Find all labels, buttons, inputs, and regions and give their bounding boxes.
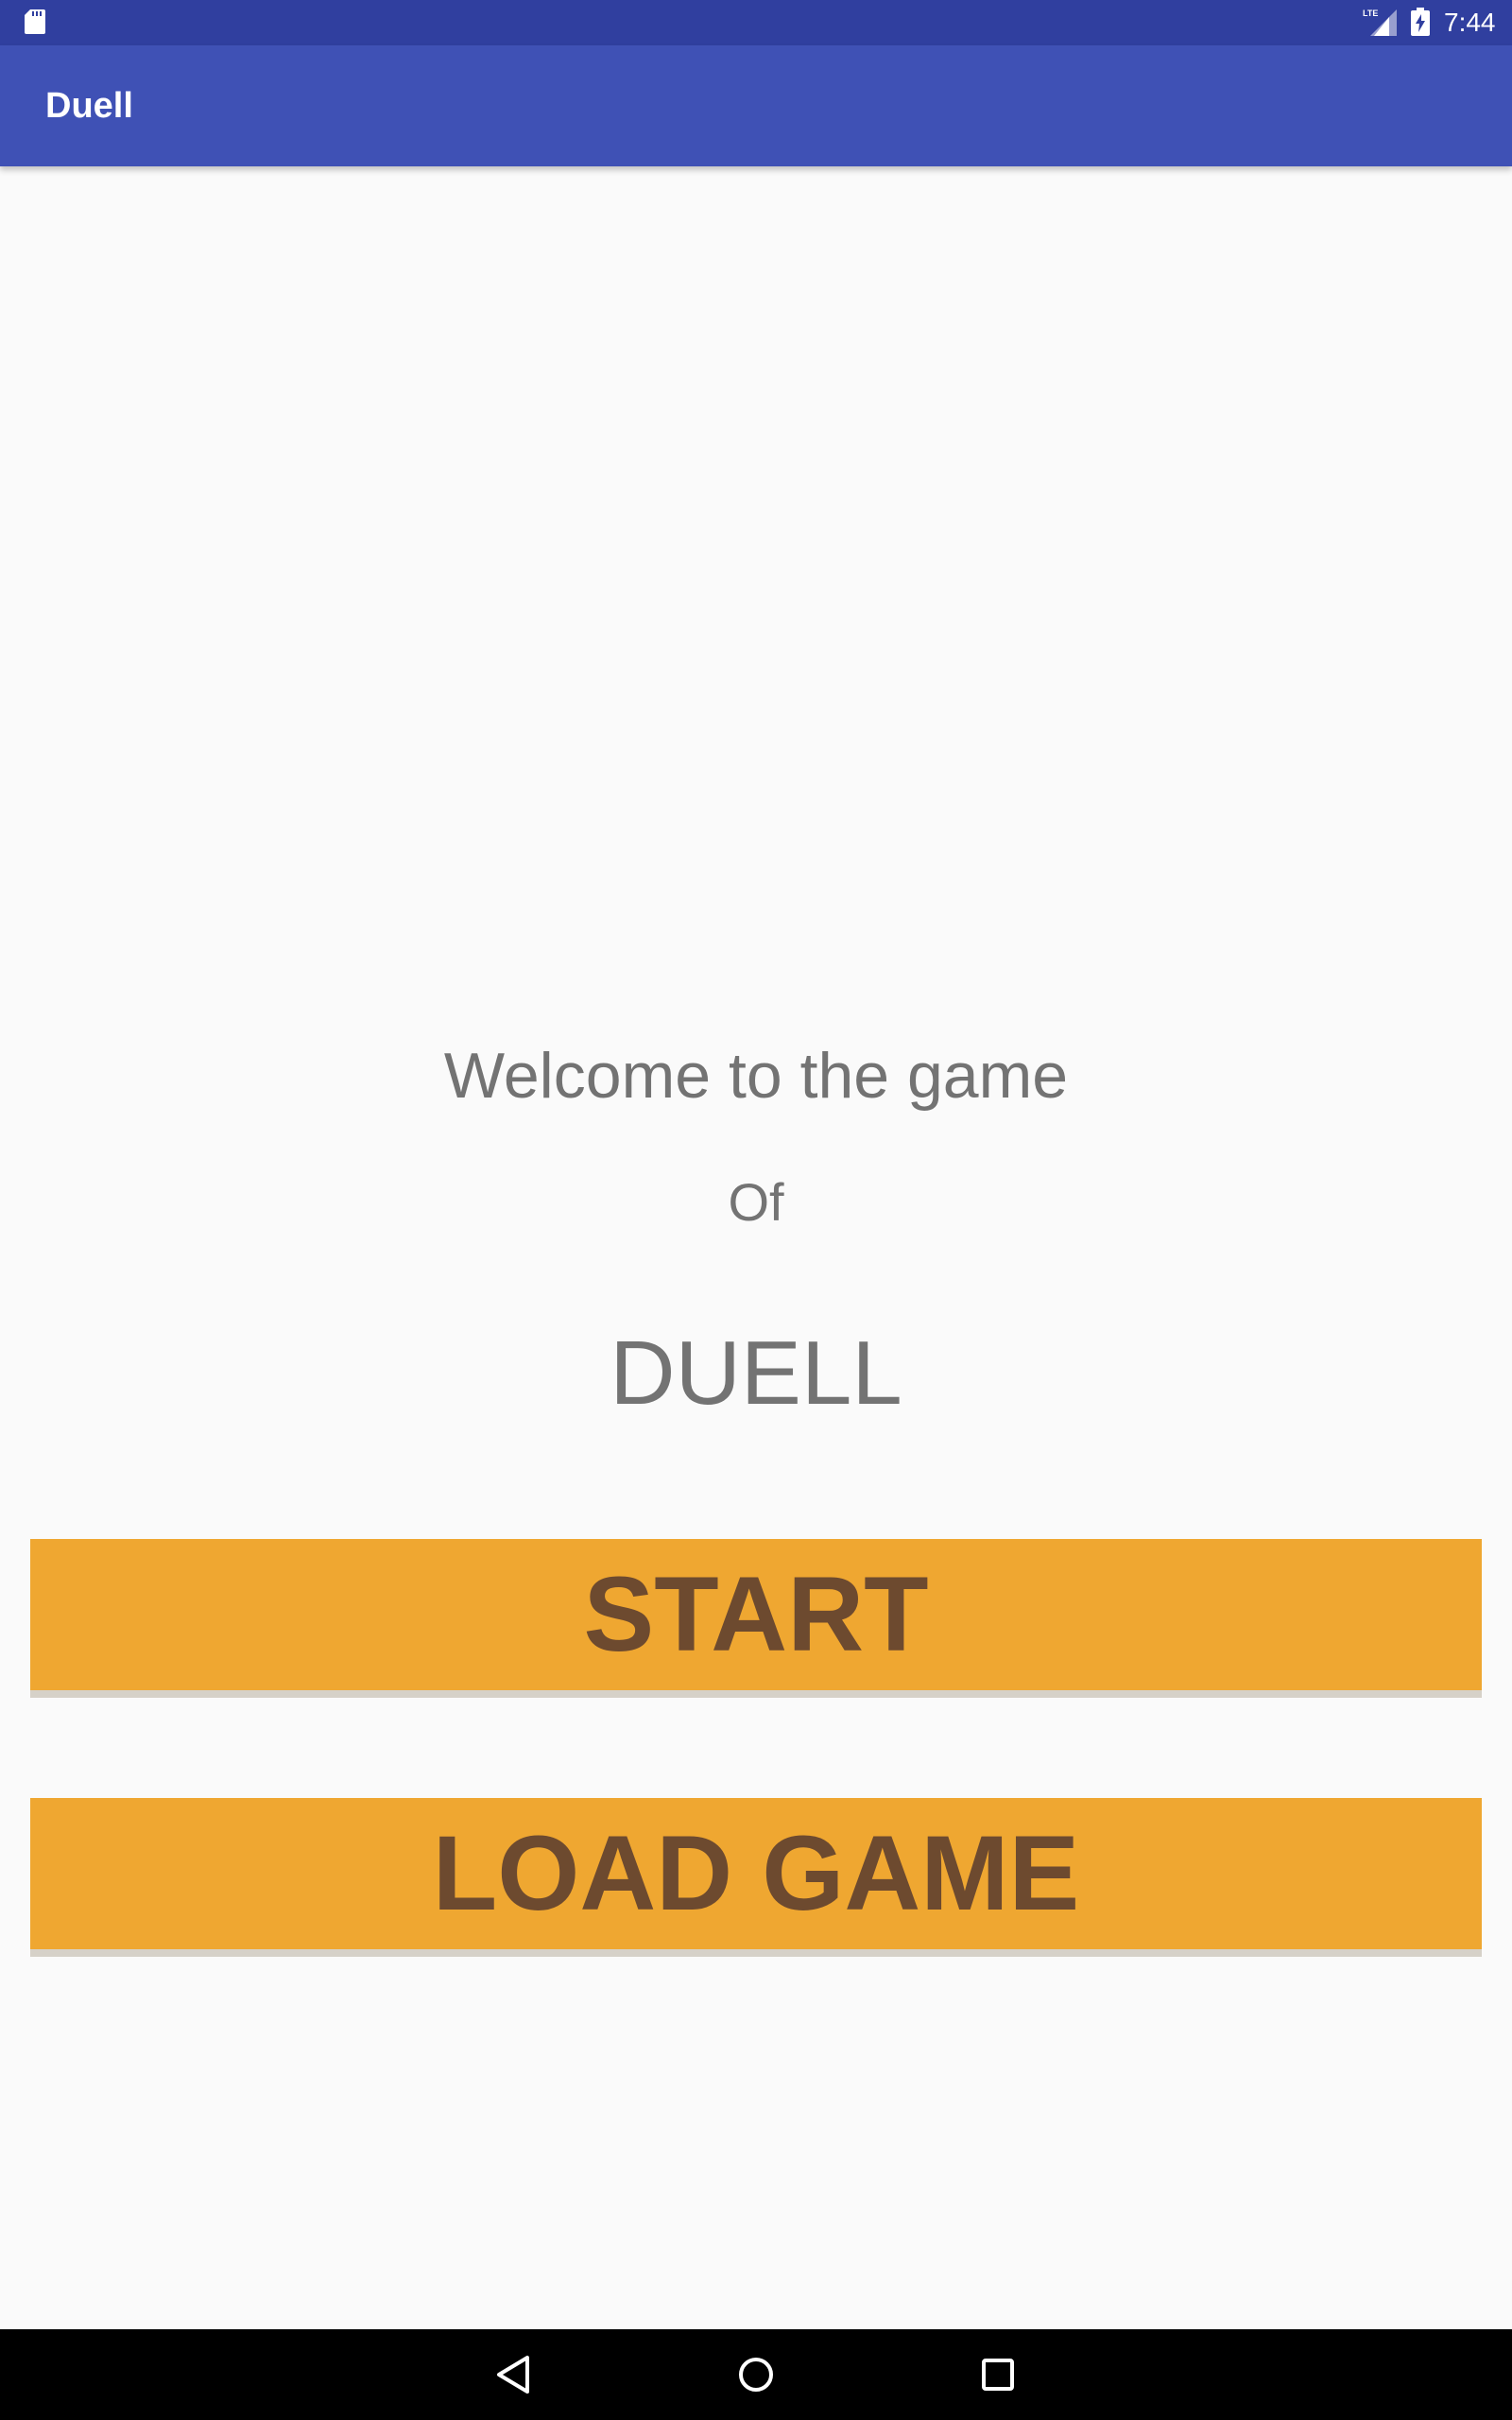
network-label: LTE bbox=[1363, 9, 1378, 18]
home-icon[interactable] bbox=[726, 2344, 786, 2405]
welcome-text: Welcome to the game bbox=[443, 1040, 1069, 1112]
start-button[interactable]: START bbox=[30, 1539, 1482, 1698]
battery-charging-icon bbox=[1411, 8, 1430, 36]
app-bar: Duell bbox=[0, 45, 1512, 166]
sd-card-icon bbox=[25, 9, 45, 34]
app-title: Duell bbox=[45, 86, 133, 126]
load-game-button[interactable]: LOAD GAME bbox=[30, 1798, 1482, 1957]
status-time: 7:44 bbox=[1444, 8, 1496, 37]
game-title: DUELL bbox=[610, 1322, 902, 1424]
status-bar: LTE 7:44 bbox=[0, 0, 1512, 45]
recents-icon[interactable] bbox=[968, 2344, 1028, 2405]
of-text: Of bbox=[728, 1172, 784, 1232]
lte-signal-icon: LTE bbox=[1363, 9, 1397, 36]
back-icon[interactable] bbox=[484, 2344, 544, 2405]
navigation-bar bbox=[0, 2329, 1512, 2420]
